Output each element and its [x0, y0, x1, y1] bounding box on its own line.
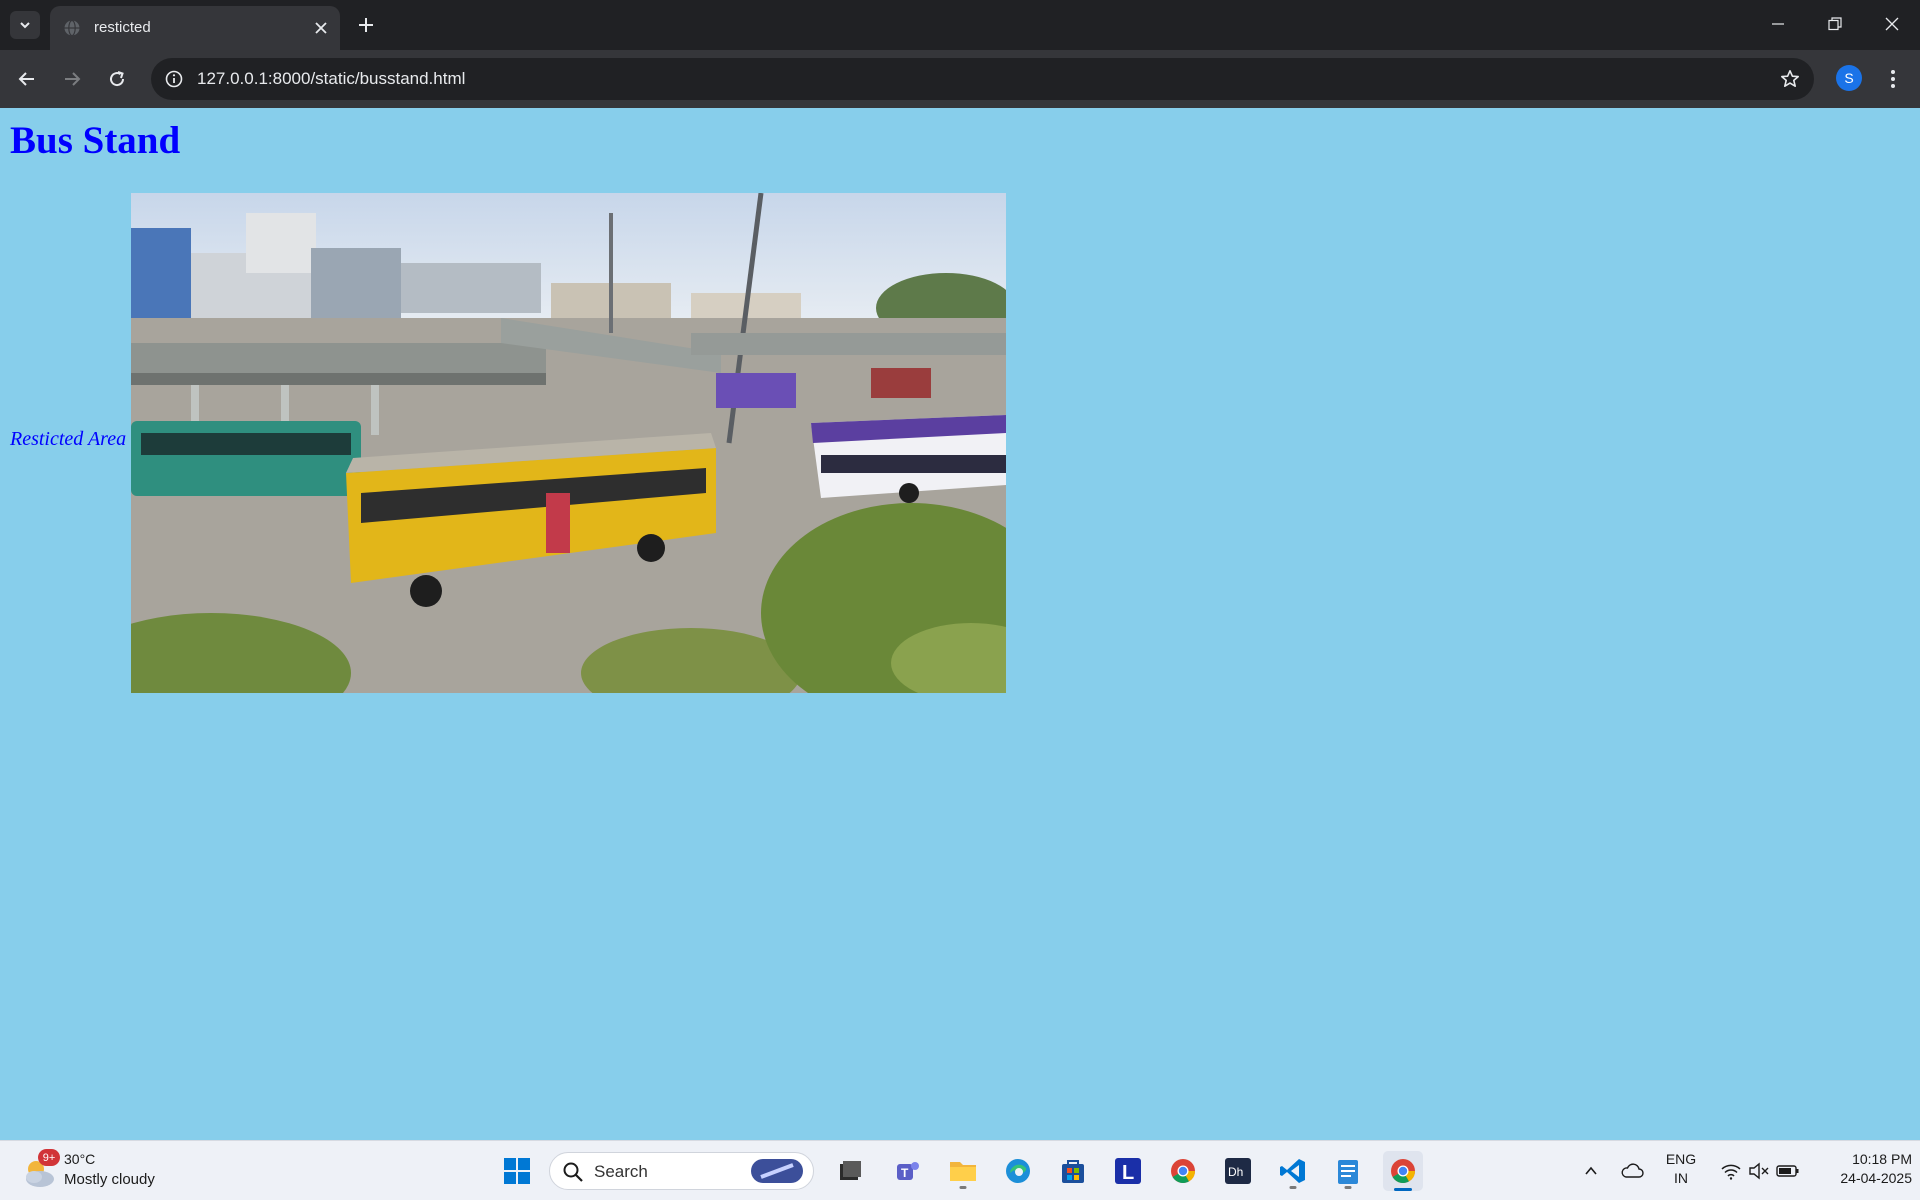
tab-search-button[interactable] [10, 11, 40, 39]
quick-settings-button[interactable] [1710, 1151, 1810, 1191]
more-vertical-icon [1891, 70, 1895, 88]
restore-icon [1827, 17, 1842, 31]
close-icon [315, 22, 327, 34]
edge-icon [1006, 1159, 1030, 1183]
teams-icon: T [897, 1162, 919, 1180]
page-heading: Bus Stand [10, 119, 181, 162]
new-tab-button[interactable] [352, 11, 380, 39]
notepad-icon [1338, 1160, 1358, 1184]
close-icon [1885, 17, 1898, 31]
folder-icon [950, 1162, 976, 1181]
clock[interactable]: 10:18 PM 24-04-2025 [1812, 1150, 1912, 1188]
svg-text:T: T [901, 1166, 909, 1180]
weather-widget[interactable]: 9+ 30°C Mostly cloudy [22, 1149, 172, 1193]
chevron-down-icon [20, 22, 30, 29]
clock-date: 24-04-2025 [1840, 1170, 1912, 1186]
clock-time: 10:18 PM [1852, 1151, 1912, 1167]
show-hidden-icons-button[interactable] [1573, 1151, 1609, 1191]
language-code: ENG [1665, 1151, 1697, 1167]
language-indicator[interactable]: ENG IN [1658, 1150, 1704, 1188]
search-label: Search [594, 1162, 648, 1181]
search-icon [563, 1162, 583, 1182]
close-window-button[interactable] [1863, 0, 1920, 48]
speaker-muted-icon [1749, 1162, 1769, 1180]
restricted-area-link[interactable]: Resticted Area [10, 428, 126, 451]
edge-button[interactable] [998, 1151, 1038, 1191]
weather-temperature: 30°C [64, 1151, 96, 1167]
chevron-up-icon [1585, 1166, 1597, 1175]
svg-text:L: L [1122, 1162, 1134, 1184]
store-icon [1062, 1160, 1084, 1183]
browser-menu-button[interactable] [1881, 63, 1905, 95]
cloud-icon [1621, 1163, 1644, 1178]
reload-button[interactable] [101, 63, 133, 95]
dh-app-button[interactable]: Dh [1218, 1151, 1258, 1191]
l-app-icon: L [1115, 1158, 1141, 1184]
file-explorer-button[interactable] [943, 1151, 983, 1191]
running-indicator [1344, 1186, 1352, 1189]
plus-icon [359, 18, 373, 32]
chrome-icon [1171, 1159, 1195, 1184]
star-icon [1781, 70, 1799, 87]
onedrive-button[interactable] [1614, 1151, 1650, 1191]
language-region: IN [1674, 1170, 1688, 1186]
forward-button[interactable] [56, 63, 88, 95]
vs-code-button[interactable] [1273, 1151, 1313, 1191]
page-content: Bus Stand Resticted Area [0, 108, 1920, 1140]
weather-description: Mostly cloudy [64, 1171, 155, 1188]
running-indicator [959, 1186, 967, 1189]
browser-tab-strip: resticted [0, 0, 1920, 50]
back-button[interactable] [11, 63, 43, 95]
arrow-left-icon [18, 72, 34, 86]
microsoft-store-button[interactable] [1053, 1151, 1093, 1191]
restore-button[interactable] [1806, 0, 1863, 48]
minimize-button[interactable] [1749, 0, 1806, 48]
browser-toolbar: 127.0.0.1:8000/static/busstand.html S [0, 50, 1920, 108]
battery-icon [1776, 1165, 1799, 1177]
task-view-button[interactable] [830, 1151, 870, 1191]
minimize-icon [1771, 23, 1784, 25]
svg-text:Dh: Dh [1228, 1165, 1243, 1179]
notepad-button[interactable] [1328, 1151, 1368, 1191]
windows-taskbar: 9+ 30°C Mostly cloudy Search T L Dh ENG … [0, 1140, 1920, 1200]
teams-button[interactable]: T [888, 1151, 928, 1191]
dh-app-icon: Dh [1225, 1158, 1251, 1184]
globe-icon [64, 19, 80, 37]
l-app-button[interactable]: L [1108, 1151, 1148, 1191]
reload-icon [110, 71, 125, 87]
notification-badge: 9+ [38, 1149, 60, 1166]
taskbar-search-box[interactable]: Search [549, 1152, 814, 1190]
windows-start-button[interactable] [497, 1151, 537, 1191]
bookmark-button[interactable] [1778, 67, 1802, 91]
chrome-active-button[interactable] [1383, 1151, 1423, 1191]
chrome-button[interactable] [1163, 1151, 1203, 1191]
bus-stand-illustration [131, 193, 1006, 693]
search-highlight-icon [751, 1159, 803, 1183]
vs-code-icon [1280, 1159, 1305, 1183]
tab-title: resticted [94, 19, 151, 36]
address-bar[interactable]: 127.0.0.1:8000/static/busstand.html [151, 58, 1814, 100]
browser-tab[interactable]: resticted [50, 6, 340, 50]
chrome-icon [1391, 1159, 1415, 1184]
url-text[interactable]: 127.0.0.1:8000/static/busstand.html [197, 69, 465, 89]
site-info-button[interactable] [161, 66, 187, 92]
wifi-icon [1721, 1164, 1741, 1180]
task-view-icon [840, 1161, 861, 1180]
windows-logo-icon [504, 1158, 530, 1184]
profile-avatar[interactable]: S [1836, 65, 1862, 91]
tab-close-button[interactable] [310, 17, 332, 39]
active-indicator [1394, 1188, 1412, 1191]
running-indicator [1289, 1186, 1297, 1189]
arrow-right-icon [65, 72, 81, 86]
bus-stand-photo [131, 193, 1006, 693]
info-icon [165, 70, 183, 88]
